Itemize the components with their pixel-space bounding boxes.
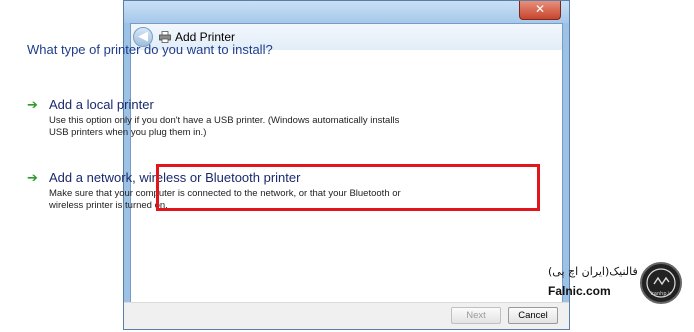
next-button[interactable]: Next bbox=[451, 307, 501, 324]
window-titlebar[interactable]: ✕ bbox=[124, 1, 569, 23]
green-arrow-icon: ➔ bbox=[27, 98, 38, 113]
green-arrow-icon: ➔ bbox=[27, 171, 38, 186]
page-question: What type of printer do you want to inst… bbox=[27, 42, 273, 57]
option-title[interactable]: Add a local printer bbox=[49, 97, 154, 112]
hp-logo-icon: iranhp.ir bbox=[646, 268, 676, 298]
red-highlight-box bbox=[156, 164, 540, 211]
watermark-badge: iranhp.ir bbox=[640, 262, 682, 304]
option-description: Use this option only if you don't have a… bbox=[49, 115, 400, 138]
watermark-text-fa: فالنیک(ایران اچ پی) bbox=[548, 265, 638, 278]
wizard-footer: Next Cancel bbox=[124, 302, 569, 329]
close-button[interactable]: ✕ bbox=[519, 1, 561, 20]
badge-text: iranhp.ir bbox=[650, 291, 672, 297]
watermark-logo: فالنیک(ایران اچ پی) Falnic.com iranhp.ir bbox=[548, 262, 688, 312]
watermark-text-en: Falnic.com bbox=[548, 284, 611, 298]
